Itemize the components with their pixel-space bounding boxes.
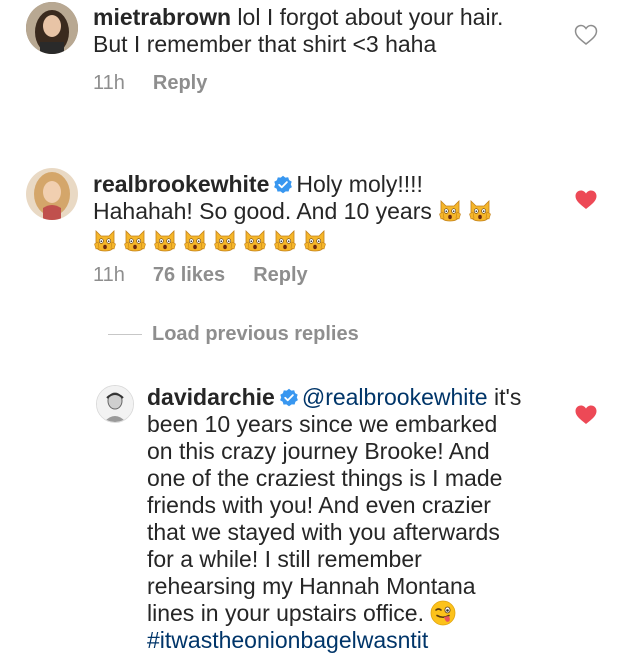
- username[interactable]: mietrabrown: [93, 4, 231, 30]
- hashtag-link[interactable]: #itwastheonionbagelwasntit: [147, 627, 428, 653]
- scream-cat-emoji: [153, 229, 177, 253]
- heart-outline-icon[interactable]: [574, 24, 598, 46]
- reply-body-line: been 10 years since we embarked: [147, 411, 498, 437]
- avatar[interactable]: [26, 168, 78, 220]
- comment-meta: 11h 76 likes Reply: [93, 264, 308, 287]
- scream-cat-emoji: [273, 229, 297, 253]
- avatar[interactable]: [26, 2, 78, 54]
- reply-body-line: on this crazy journey Brooke! And: [147, 438, 490, 464]
- scream-cat-emoji: [93, 229, 117, 253]
- reply-body-line: lines in your upstairs office.: [147, 600, 424, 626]
- username[interactable]: davidarchie: [147, 384, 275, 410]
- load-previous-replies[interactable]: Load previous replies: [108, 323, 359, 346]
- reply-body-line: friends with you! And even crazier: [147, 492, 491, 518]
- reply-button[interactable]: Reply: [253, 264, 307, 287]
- scream-cat-emoji: [468, 199, 492, 223]
- timestamp: 11h: [93, 72, 125, 94]
- verified-badge-icon: [279, 388, 299, 408]
- timestamp: 11h: [93, 264, 125, 286]
- heart-filled-icon[interactable]: [574, 404, 598, 426]
- comment-body-line: lol I forgot about your hair.: [237, 4, 504, 30]
- scream-cat-emoji: [183, 229, 207, 253]
- scream-cat-emoji: [303, 229, 327, 253]
- mention-link[interactable]: @realbrookewhite: [302, 384, 488, 410]
- reply-body-line: it's: [493, 384, 522, 410]
- comment-meta: 11h Reply: [93, 72, 207, 95]
- avatar[interactable]: [96, 385, 134, 423]
- reply-body-line: that we stayed with you afterwards: [147, 519, 500, 545]
- winking-face-tongue-emoji: [430, 600, 456, 626]
- verified-badge-icon: [273, 175, 293, 195]
- comment-text: mietrabrown lol I forgot about your hair…: [93, 4, 573, 58]
- scream-cat-emoji: [438, 199, 462, 223]
- reply-button[interactable]: Reply: [153, 72, 207, 95]
- reply-text: davidarchie @realbrookewhite it's been 10…: [147, 384, 567, 654]
- divider-line: [108, 334, 142, 335]
- reply-body-line: for a while! I still remember: [147, 546, 422, 572]
- reply-body-line: rehearsing my Hannah Montana: [147, 573, 476, 599]
- scream-cat-emoji: [123, 229, 147, 253]
- username[interactable]: realbrookewhite: [93, 171, 269, 197]
- comment-body-line: But I remember that shirt <3 haha: [93, 31, 437, 57]
- comment-body-line: Hahahah! So good. And 10 years: [93, 198, 432, 224]
- reply-body-line: one of the craziest things is I made: [147, 465, 503, 491]
- load-previous-label: Load previous replies: [152, 323, 359, 345]
- heart-filled-icon[interactable]: [574, 189, 598, 211]
- scream-cat-emoji: [243, 229, 267, 253]
- comment-text: realbrookewhite Holy moly!!!! Hahahah! So…: [93, 171, 573, 255]
- scream-cat-emoji: [213, 229, 237, 253]
- comment-body-line: Holy moly!!!!: [296, 171, 423, 197]
- likes-count[interactable]: 76 likes: [153, 264, 225, 287]
